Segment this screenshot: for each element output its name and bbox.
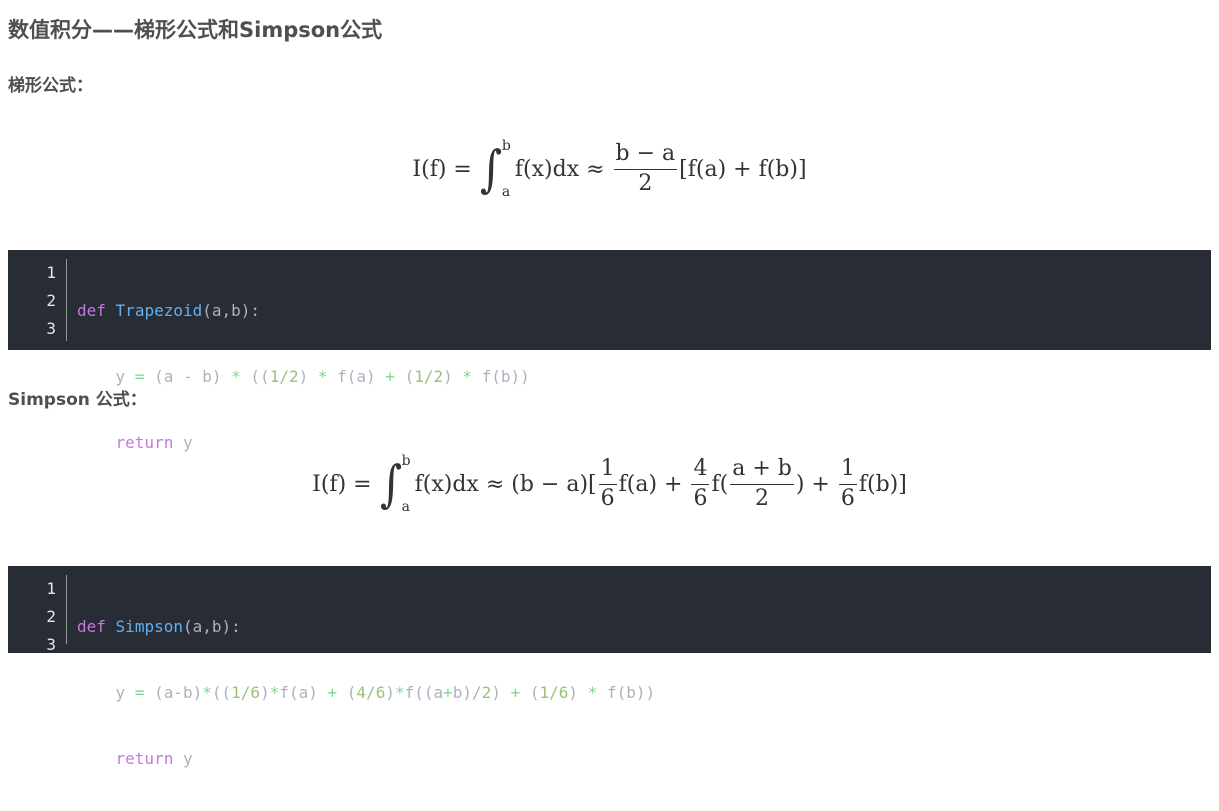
integral-upper-limit: b [401, 453, 411, 469]
integral-lower-limit: a [501, 184, 511, 200]
integral-upper-limit: b [501, 138, 511, 154]
line-number: 3 [46, 319, 56, 338]
integral-sign: ∫ b a [479, 138, 511, 200]
line-number: 3 [46, 635, 56, 654]
code-line: return y [115, 749, 193, 768]
fraction-numerator: a + b [730, 457, 794, 485]
formula-term: ) + [795, 471, 830, 497]
code-line: y = (a-b)*((1/6)*f(a) + (4/6)*f((a+b)/2)… [115, 683, 656, 702]
fraction: 1 6 [838, 457, 857, 511]
fraction: b − a 2 [613, 142, 678, 196]
integrand: f(x)dx ≈ (b − a)[ [414, 471, 597, 497]
formula-lhs: I(f) = [412, 156, 472, 182]
fraction: 1 6 [598, 457, 617, 511]
line-number: 2 [46, 291, 56, 310]
fraction-denominator: 2 [638, 170, 653, 196]
code-content: def Trapezoid(a,b): y = (a - b) * ((1/2)… [67, 259, 530, 452]
line-number-gutter: 1 2 3 [8, 259, 67, 341]
integral-lower-limit: a [401, 499, 411, 515]
trapezoid-formula: I(f) = ∫ b a f(x)dx ≈ b − a 2 [f(a) + f(… [0, 138, 1219, 200]
formula-term: f( [711, 471, 729, 497]
formula-term: f(a) + [618, 471, 683, 497]
fraction-denominator: 2 [755, 485, 770, 511]
trapezoid-code-block: 1 2 3 def Trapezoid(a,b): y = (a - b) * … [8, 250, 1211, 452]
code-content: def Simpson(a,b): y = (a-b)*((1/6)*f(a) … [67, 575, 655, 768]
line-number: 1 [46, 579, 56, 598]
fraction-numerator: 4 [691, 457, 710, 485]
fraction-numerator: 1 [598, 457, 617, 485]
line-number: 2 [46, 607, 56, 626]
line-number-gutter: 1 2 3 [8, 575, 67, 654]
code-line: def Simpson(a,b): [77, 617, 241, 636]
integrand: f(x)dx ≈ [514, 156, 605, 182]
fraction-denominator: 6 [600, 485, 615, 511]
fraction: 4 6 [691, 457, 710, 511]
fraction-numerator: 1 [838, 457, 857, 485]
formula-term: f(b)] [858, 471, 907, 497]
fraction-numerator: b − a [613, 142, 678, 170]
simpson-heading: Simpson 公式： [8, 390, 147, 410]
code-line: def Trapezoid(a,b): [77, 301, 261, 320]
simpson-formula: I(f) = ∫ b a f(x)dx ≈ (b − a)[ 1 6 f(a) … [0, 453, 1219, 515]
simpson-code-block: 1 2 3 def Simpson(a,b): y = (a-b)*((1/6)… [8, 566, 1211, 768]
formula-lhs: I(f) = [312, 471, 372, 497]
fraction-denominator: 6 [840, 485, 855, 511]
fraction: a + b 2 [730, 457, 794, 510]
line-number: 1 [46, 263, 56, 282]
trapezoid-heading: 梯形公式： [8, 76, 93, 96]
integral-sign: ∫ b a [379, 453, 411, 515]
page-title: 数值积分——梯形公式和Simpson公式 [8, 18, 383, 42]
formula-tail: [f(a) + f(b)] [679, 156, 807, 182]
fraction-denominator: 6 [693, 485, 708, 511]
